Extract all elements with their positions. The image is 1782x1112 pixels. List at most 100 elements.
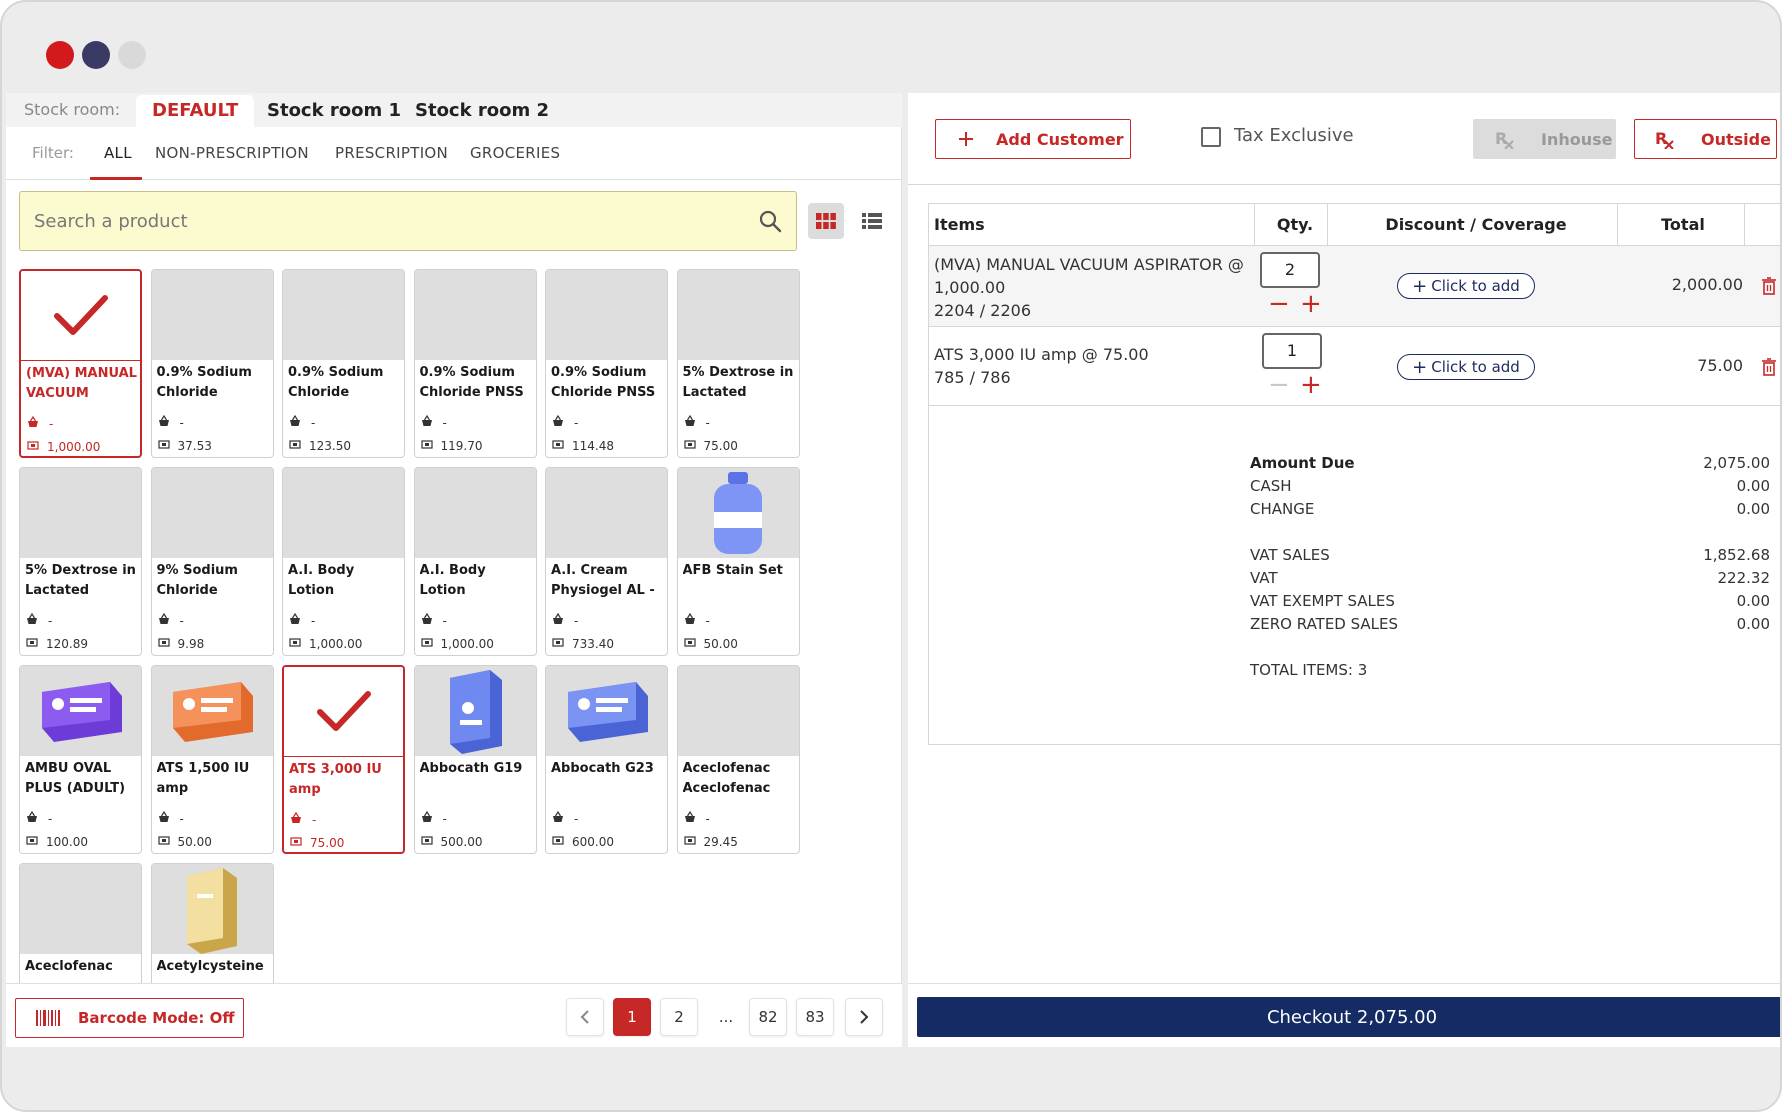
stock-value: - bbox=[705, 415, 710, 430]
product-card[interactable]: (MVA) MANUAL VACUUM ASPI... - 1,000.00 bbox=[19, 269, 142, 458]
window-minimize-button[interactable] bbox=[82, 41, 110, 69]
product-card[interactable]: Abbocath G23 - 600.00 bbox=[545, 665, 668, 854]
qty-input[interactable]: 1 bbox=[1262, 333, 1322, 369]
checkmark-icon bbox=[21, 271, 140, 361]
price-value: 600.00 bbox=[572, 834, 614, 849]
vat-value: 222.32 bbox=[1717, 569, 1771, 587]
price-tag-icon bbox=[26, 834, 38, 849]
product-card[interactable]: 9% Sodium Chloride Euro... - 9.98 bbox=[150, 467, 274, 656]
basket-icon bbox=[26, 613, 38, 628]
prev-page-button[interactable] bbox=[566, 998, 604, 1036]
barcode-mode-button[interactable]: Barcode Mode: Off bbox=[15, 998, 244, 1038]
basket-icon bbox=[158, 613, 170, 628]
cash-label: CASH bbox=[1250, 477, 1292, 495]
page-button-2[interactable]: 2 bbox=[660, 998, 698, 1036]
price-tag-icon bbox=[157, 834, 170, 849]
product-card[interactable]: AFB Stain Set - 50.00 bbox=[676, 467, 800, 656]
bottle-icon bbox=[677, 468, 799, 558]
price-value: 120.89 bbox=[46, 636, 88, 651]
grid-view-button[interactable] bbox=[808, 203, 844, 239]
price-value: 123.50 bbox=[309, 438, 351, 453]
product-card[interactable]: Aceclofenac Aceclofenac G... - 29.45 bbox=[676, 665, 800, 854]
price-value: 1,000.00 bbox=[47, 439, 101, 454]
add-customer-button[interactable]: Add Customer bbox=[935, 119, 1131, 159]
page-button-82[interactable]: 82 bbox=[749, 998, 787, 1036]
filter-tab-prescription[interactable]: PRESCRIPTION bbox=[335, 144, 448, 162]
add-discount-button[interactable]: + Click to add bbox=[1397, 354, 1535, 380]
product-image-placeholder bbox=[283, 468, 404, 558]
qty-decrement-button[interactable]: − bbox=[1268, 372, 1290, 398]
stock-value: - bbox=[311, 415, 316, 430]
stock-tab-default[interactable]: DEFAULT bbox=[136, 95, 255, 127]
search-icon[interactable] bbox=[758, 209, 782, 233]
product-image-placeholder bbox=[20, 468, 141, 558]
product-card[interactable]: A.I. Body Lotion Physiogel - bo... - 1,000… bbox=[282, 467, 405, 656]
product-name: A.I. Body Lotion Physiogel - bo... bbox=[288, 563, 355, 598]
checkout-button[interactable]: Checkout 2,075.00 bbox=[917, 997, 1780, 1037]
product-card[interactable]: AMBU OVAL PLUS (ADULT) - 100.00 bbox=[19, 665, 142, 854]
price-value: 75.00 bbox=[310, 835, 345, 850]
window-maximize-button[interactable] bbox=[118, 41, 146, 69]
zero-rated-label: ZERO RATED SALES bbox=[1250, 615, 1399, 633]
basket-icon bbox=[684, 415, 696, 430]
product-card[interactable]: 5% Dextrose in Lactated Ring... - 120.89 bbox=[19, 467, 142, 656]
filter-tab-groceries[interactable]: GROCERIES bbox=[470, 144, 560, 162]
product-card[interactable]: ATS 3,000 IU amp - 75.00 bbox=[282, 665, 405, 854]
trash-icon[interactable] bbox=[1761, 358, 1777, 376]
product-stock: - bbox=[552, 415, 578, 430]
qty-decrement-button[interactable]: − bbox=[1268, 291, 1290, 317]
product-name: Abbocath G19 bbox=[419, 761, 523, 776]
product-name: A.I. Body Lotion Physiogel AL - ... bbox=[419, 563, 486, 598]
qty-increment-button[interactable]: + bbox=[1300, 291, 1322, 317]
qty-input[interactable]: 2 bbox=[1260, 252, 1320, 288]
product-card[interactable]: A.I. Body Lotion Physiogel AL - ... - 1,00… bbox=[413, 467, 537, 656]
amount-due-value: 2,075.00 bbox=[1703, 454, 1770, 472]
product-card[interactable]: Aceclofenac bbox=[19, 863, 142, 984]
total-items-label: TOTAL ITEMS: 3 bbox=[1250, 661, 1368, 679]
product-price: 100.00 bbox=[26, 834, 88, 849]
stock-value: - bbox=[442, 613, 447, 628]
product-name: Acetylcysteine bbox=[156, 959, 264, 974]
page-button-1[interactable]: 1 bbox=[613, 998, 651, 1036]
price-tag-icon bbox=[289, 438, 301, 453]
product-name: 0.9% Sodium Chloride Irriga... bbox=[288, 365, 384, 400]
add-discount-button[interactable]: + Click to add bbox=[1397, 273, 1535, 299]
product-card[interactable]: Acetylcysteine bbox=[150, 863, 274, 984]
product-card[interactable]: Abbocath G19 - 500.00 bbox=[413, 665, 537, 854]
product-image-placeholder bbox=[151, 468, 273, 558]
product-card[interactable]: ATS 1,500 IU amp - 50.00 bbox=[150, 665, 274, 854]
svg-text:R: R bbox=[1495, 129, 1507, 148]
list-view-button[interactable] bbox=[854, 203, 890, 239]
chevron-left-icon bbox=[580, 1010, 589, 1024]
inhouse-button[interactable]: R Inhouse bbox=[1473, 119, 1616, 159]
outside-button[interactable]: R Outside bbox=[1634, 119, 1777, 159]
qty-increment-button[interactable]: + bbox=[1300, 372, 1322, 398]
change-value: 0.00 bbox=[1736, 500, 1770, 518]
orange-box-icon bbox=[151, 666, 273, 756]
product-card[interactable]: 5% Dextrose in Lactated Ring... - 75.00 bbox=[676, 269, 800, 458]
product-stock: - bbox=[158, 613, 184, 628]
list-view-icon bbox=[862, 213, 882, 229]
tax-exclusive-checkbox[interactable] bbox=[1201, 127, 1221, 147]
search-input[interactable] bbox=[34, 202, 714, 240]
product-card[interactable]: 0.9% Sodium Chloride Euro... - 37.53 bbox=[150, 269, 274, 458]
filter-tab-non-prescription[interactable]: NON-PRESCRIPTION bbox=[155, 144, 309, 162]
price-tag-icon bbox=[27, 439, 39, 454]
product-card[interactable]: 0.9% Sodium Chloride PNSS ... - 119.70 bbox=[413, 269, 537, 458]
product-stock: - bbox=[158, 811, 184, 826]
total-items-row: TOTAL ITEMS: 3 bbox=[1250, 661, 1770, 683]
next-page-button[interactable] bbox=[845, 998, 883, 1036]
product-card[interactable]: A.I. Cream Physiogel AL - ... - 733.40 bbox=[545, 467, 668, 656]
page-button-83[interactable]: 83 bbox=[796, 998, 834, 1036]
filter-tab-all[interactable]: ALL bbox=[104, 144, 132, 162]
product-card[interactable]: 0.9% Sodium Chloride PNSS ... - 114.48 bbox=[545, 269, 668, 458]
trash-icon[interactable] bbox=[1761, 277, 1777, 295]
stock-value: - bbox=[49, 416, 54, 431]
window-close-button[interactable] bbox=[46, 41, 74, 69]
stock-tab-room-2[interactable]: Stock room 2 bbox=[399, 95, 565, 127]
product-price: 50.00 bbox=[683, 636, 738, 651]
product-stock: - bbox=[289, 613, 315, 628]
stock-tab-room-1[interactable]: Stock room 1 bbox=[251, 95, 417, 127]
product-card[interactable]: 0.9% Sodium Chloride Irriga... - 123.50 bbox=[282, 269, 405, 458]
tax-exclusive-label: Tax Exclusive bbox=[1234, 125, 1354, 146]
